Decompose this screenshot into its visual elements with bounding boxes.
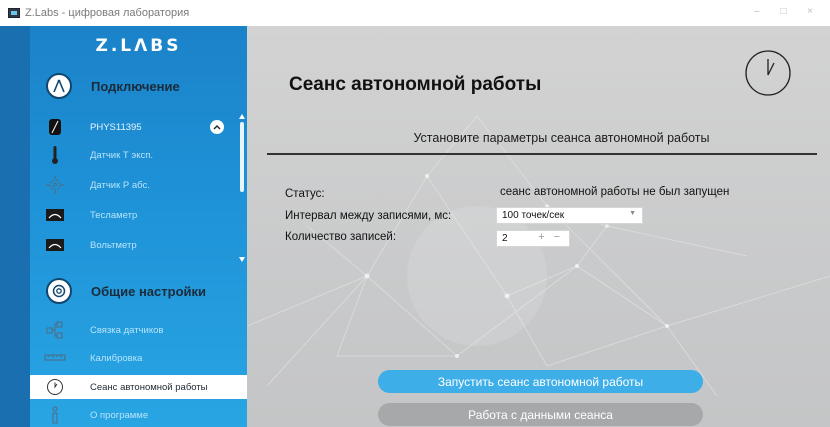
- meter-icon: [44, 205, 66, 225]
- ruler-icon: [44, 348, 66, 368]
- info-icon: [44, 405, 66, 425]
- clock-icon: [744, 49, 792, 97]
- interval-select-value: 100 точек/сек: [502, 210, 565, 221]
- count-label: Количество записей:: [285, 231, 397, 243]
- scroll-down-icon[interactable]: [239, 257, 245, 262]
- interval-label: Интервал между записями, мс:: [285, 210, 452, 222]
- sidebar-item-calibration[interactable]: Калибровка: [30, 346, 247, 370]
- thermometer-icon: [44, 145, 66, 165]
- sidebar-item-label: Связка датчиков: [90, 324, 164, 336]
- sidebar-item-autonomous-session[interactable]: Сеанс автономной работы: [30, 375, 247, 399]
- network-icon: [44, 320, 66, 340]
- page-subtitle: Установите параметры сеанса автономной р…: [413, 131, 710, 145]
- sidebar-item-label: Калибровка: [90, 352, 143, 364]
- section-title-connection: Подключение: [91, 78, 180, 94]
- app-logo-icon: [8, 8, 20, 18]
- section-connection[interactable]: Подключение: [30, 68, 247, 104]
- window-controls[interactable]: – □ ×: [754, 6, 822, 17]
- chevron-up-icon[interactable]: [210, 120, 224, 134]
- count-value: 2: [502, 233, 508, 244]
- settings-icon: [46, 278, 72, 304]
- sidebar-item-teslameter[interactable]: Тесламетр: [30, 203, 247, 227]
- sidebar-item-voltmeter[interactable]: Вольтметр: [30, 233, 247, 257]
- sidebar-item-sensor-link[interactable]: Связка датчиков: [30, 318, 247, 342]
- clock-icon: [44, 377, 66, 397]
- window-title: Z.Labs - цифровая лаборатория: [25, 7, 190, 19]
- sidebar-item-pressure-sensor[interactable]: P Датчик Р абс.: [30, 173, 247, 197]
- device-icon: [44, 117, 66, 137]
- divider: [267, 153, 817, 155]
- brand-logo: Z.LΛBS: [95, 36, 182, 56]
- count-stepper[interactable]: 2 + −: [496, 230, 570, 247]
- window-titlebar: Z.Labs - цифровая лаборатория – □ ×: [0, 0, 830, 26]
- sidebar-item-label: Вольтметр: [90, 239, 137, 251]
- section-title-general-settings: Общие настройки: [91, 283, 206, 299]
- start-session-button[interactable]: Запустить сеанс автономной работы: [378, 370, 703, 393]
- sidebar-item-label: Сеанс автономной работы: [90, 381, 208, 393]
- status-value: сеанс автономной работы не был запущен: [500, 186, 730, 198]
- sidebar-item-temperature-sensor[interactable]: Датчик Т эксп.: [30, 143, 247, 167]
- stepper-buttons[interactable]: + −: [538, 231, 563, 243]
- scroll-up-icon[interactable]: [239, 114, 245, 119]
- sidebar-item-about[interactable]: О программе: [30, 403, 247, 427]
- svg-text:P: P: [53, 182, 57, 190]
- scrollbar-thumb[interactable]: [240, 122, 244, 192]
- main-panel: Сеанс автономной работы Установите парам…: [247, 26, 830, 427]
- device-label: PHYS11395: [90, 121, 142, 133]
- sidebar-item-label: О программе: [90, 409, 149, 421]
- sidebar-item-label: Датчик Т эксп.: [90, 149, 153, 161]
- section-general-settings[interactable]: Общие настройки: [30, 273, 247, 309]
- dropdown-caret-icon: ▼: [629, 210, 636, 217]
- sidebar-item-device[interactable]: PHYS11395: [30, 115, 247, 139]
- page-title: Сеанс автономной работы: [289, 74, 542, 95]
- meter-icon: [44, 235, 66, 255]
- sidebar-item-label: Тесламетр: [90, 209, 138, 221]
- pressure-sensor-icon: P: [44, 175, 66, 195]
- compass-icon: [46, 73, 72, 99]
- session-data-button[interactable]: Работа с данными сеанса: [378, 403, 703, 426]
- sidebar-item-label: Датчик Р абс.: [90, 179, 150, 191]
- sidebar-scrollbar[interactable]: [239, 114, 245, 262]
- interval-select[interactable]: 100 точек/сек ▼: [496, 207, 643, 224]
- sidebar: Z.LΛBS Подключение PHYS11395 Датчик Т эк…: [30, 26, 247, 427]
- status-label: Статус:: [285, 188, 325, 200]
